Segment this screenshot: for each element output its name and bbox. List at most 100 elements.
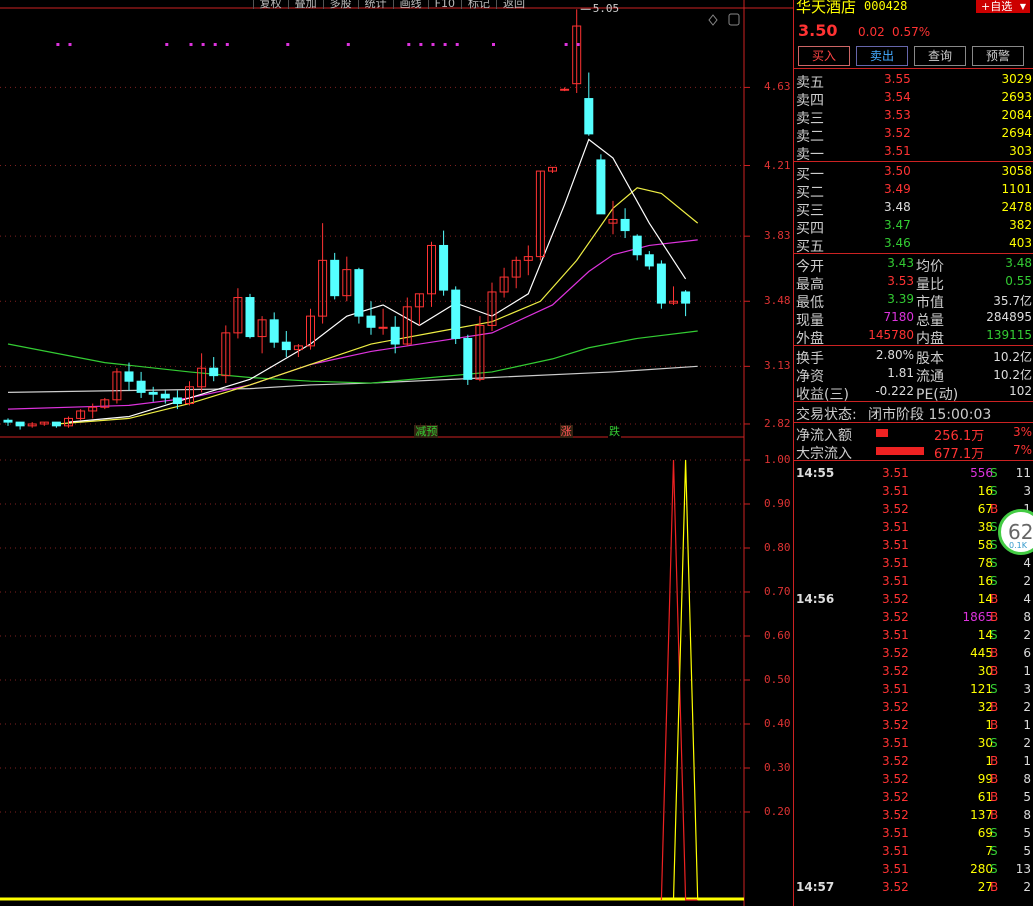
quote-panel: 华天酒店 000428 +自选 ▼ 3.50 0.02 0.57% 买入 卖出 …: [793, 0, 1033, 906]
flow-row: 净流入额 3% 256.1万: [794, 424, 1033, 444]
ask-row: 卖四 3.54 2693: [794, 89, 1033, 109]
candle-body: [620, 218, 630, 232]
price-axis-label: 3.48: [764, 294, 791, 308]
toolbar-button[interactable]: 返回: [496, 0, 531, 9]
tick-price: 3.51: [882, 628, 909, 642]
ask-row: 卖五 3.55 3029: [794, 71, 1033, 91]
tick-price: 3.51: [882, 484, 909, 498]
trading-status: 交易状态: 闭市阶段 15:00:03: [794, 401, 1033, 423]
tick-count: 2: [1023, 736, 1031, 750]
toolbar-button[interactable]: 统计: [357, 0, 393, 9]
tick-row: 3.51 78 S 4: [794, 554, 1033, 572]
bid-price: 3.48: [884, 200, 911, 214]
tick-count: 6: [1023, 646, 1031, 660]
osc-axis-label: 0.70: [764, 585, 791, 598]
chevron-down-icon[interactable]: ▼: [1016, 0, 1030, 13]
candle-body: [463, 337, 473, 380]
tick-row: 3.51 16 S 2: [794, 572, 1033, 590]
ask-volume: 2694: [1001, 126, 1032, 140]
signal-dot: [201, 43, 205, 46]
bid-volume: 382: [1009, 218, 1032, 232]
signal-label: 减预: [414, 425, 439, 438]
alert-button[interactable]: 预警: [972, 46, 1024, 66]
tick-price: 3.52: [882, 718, 909, 732]
ask-price: 3.55: [884, 72, 911, 86]
ask-price: 3.52: [884, 126, 911, 140]
stat-value: 3.53: [887, 274, 914, 288]
osc-axis-label: 0.80: [764, 541, 791, 554]
ask-volume: 3029: [1001, 72, 1032, 86]
signal-dot: [407, 43, 411, 46]
tick-price: 3.51: [882, 556, 909, 570]
price-axis-label: 2.82: [764, 416, 791, 430]
tick-count: 8: [1023, 772, 1031, 786]
bid-level-label: 买五: [796, 239, 824, 255]
osc-axis-label: 0.20: [764, 805, 791, 818]
signal-label: 跌: [608, 425, 621, 438]
ask-row: 卖二 3.52 2694: [794, 125, 1033, 145]
flow-row: 大宗流入 7% 677.1万: [794, 442, 1033, 462]
candle-body: [209, 367, 219, 377]
toolbar-button[interactable]: 画线: [392, 0, 428, 9]
price-change-percent: 0.57%: [892, 25, 931, 39]
kline-chart[interactable]: 复权 叠加 多股 统计 画线 F10 标记 返回 4.63 4.21 3.83 3.48 3.13 2.…: [0, 0, 793, 906]
tick-row: 3.52 137 B 8: [794, 806, 1033, 824]
tick-count: 4: [1023, 556, 1031, 570]
candle-body: [269, 319, 279, 343]
signal-dot: [564, 43, 568, 46]
toolbar-button[interactable]: 复权: [252, 0, 288, 9]
toolbar-button[interactable]: 标记: [461, 0, 496, 9]
tick-price: 3.51: [882, 520, 909, 534]
tick-row: 3.52 30 B 1: [794, 662, 1033, 680]
tick-side: B: [990, 502, 999, 516]
stat-row: 最低 3.39 市值 35.7亿: [794, 291, 1033, 311]
ask-row: 卖一 3.51 303: [794, 143, 1033, 163]
price-axis-label: 3.13: [764, 359, 791, 373]
candle-body: [366, 315, 376, 328]
diamond-icon: [708, 14, 718, 26]
tick-row: 3.52 1865 B 8: [794, 608, 1033, 626]
stat-row: 今开 3.43 均价 3.48: [794, 255, 1033, 275]
bid-row: 买四 3.47 382: [794, 217, 1033, 237]
query-button[interactable]: 查询: [914, 46, 966, 66]
tick-row: 3.51 280 S 13: [794, 860, 1033, 878]
tick-price: 3.52: [882, 754, 909, 768]
tick-price: 3.51: [882, 682, 909, 696]
tick-count: 5: [1023, 844, 1031, 858]
bid-book: 买一 3.50 3058 买二 3.49 1101 买三 3.48 2478 买四 3.47 382 买…: [794, 161, 1033, 255]
osc-axis-label: 0.90: [764, 497, 791, 510]
bid-row: 买五 3.46 403: [794, 235, 1033, 255]
tick-side: S: [990, 466, 998, 480]
candle-body: [439, 244, 449, 291]
signal-dot: [443, 43, 447, 46]
tick-side: S: [990, 556, 998, 570]
fund-value: 1.81: [887, 366, 914, 380]
tick-list[interactable]: 14:553.51556S113.5116S33.5267B13.5138S43…: [794, 460, 1033, 896]
toolbar-button[interactable]: F10: [427, 0, 461, 9]
flow-label: 大宗流入: [796, 446, 852, 462]
tick-count: 1: [1023, 754, 1031, 768]
candle-body: [51, 421, 61, 427]
candle-body: [681, 291, 691, 304]
tick-row: 3.51 7 S 5: [794, 842, 1033, 860]
bid-price: 3.47: [884, 218, 911, 232]
toolbar-button[interactable]: 多股: [322, 0, 358, 9]
tick-side: B: [990, 646, 999, 660]
chart-canvas[interactable]: [0, 0, 793, 906]
stock-name[interactable]: 华天酒店: [796, 0, 856, 17]
candle-body: [245, 297, 255, 338]
buy-button[interactable]: 买入: [798, 46, 850, 66]
tick-price: 3.51: [882, 736, 909, 750]
tick-price: 3.51: [882, 862, 909, 876]
flow-percent: 3%: [1012, 425, 1032, 439]
price-change: 0.02: [858, 25, 885, 39]
sell-button[interactable]: 卖出: [856, 46, 908, 66]
add-watchlist-button[interactable]: +自选: [976, 0, 1018, 13]
tick-side: S: [990, 520, 998, 534]
toolbar-button[interactable]: 叠加: [287, 0, 323, 9]
stat-value: 139115: [986, 328, 1032, 342]
tick-side: S: [990, 682, 998, 696]
signal-dot: [419, 43, 423, 46]
flow-percent: 7%: [1012, 443, 1032, 457]
tick-count: 2: [1023, 574, 1031, 588]
